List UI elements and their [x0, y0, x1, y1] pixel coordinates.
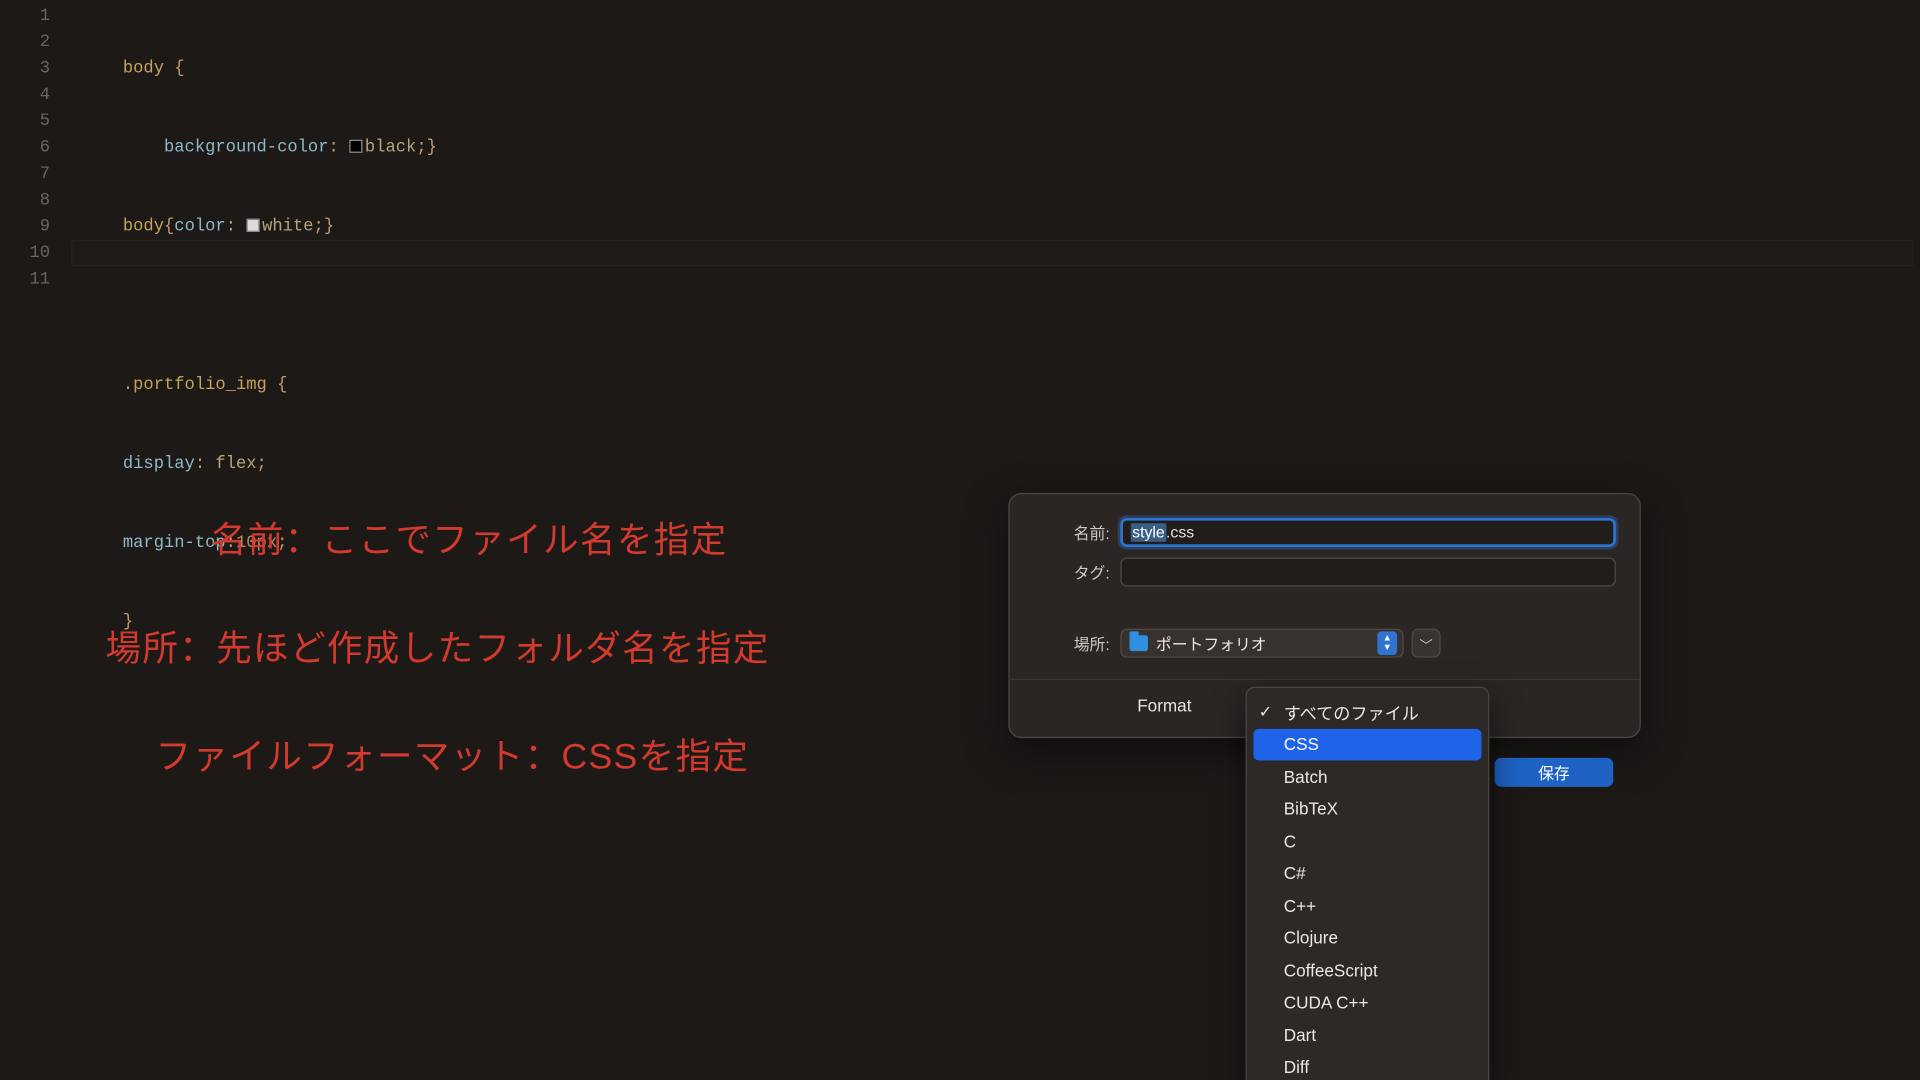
annotation-format: ファイルフォーマット：CSSを指定: [156, 728, 750, 779]
line-number: 3: [0, 55, 66, 81]
filename-input[interactable]: style.css: [1120, 518, 1616, 547]
indent: [82, 532, 123, 552]
css-colon: :: [195, 453, 216, 473]
css-semi: ;: [257, 453, 267, 473]
indent: [82, 453, 123, 473]
name-label: 名前:: [1033, 521, 1109, 543]
indent: [82, 374, 123, 394]
css-selector: [82, 58, 123, 78]
line-number-gutter: 1234567891011: [0, 3, 66, 293]
format-option[interactable]: Diff: [1247, 1051, 1488, 1080]
code-content: body { background-color: black;} body{co…: [82, 3, 437, 926]
css-colon: :: [226, 216, 247, 236]
format-label: Format: [1033, 696, 1191, 716]
format-option[interactable]: C++: [1247, 890, 1488, 922]
format-dropdown-menu: すべてのファイルCSSBatchBibTeXCC#C++ClojureCoffe…: [1246, 687, 1490, 1080]
chevron-down-icon: ﹀: [1419, 633, 1432, 653]
line-number: 10: [0, 240, 66, 266]
line-number: 5: [0, 108, 66, 134]
tags-label: タグ:: [1033, 561, 1109, 583]
format-option[interactable]: CoffeeScript: [1247, 954, 1488, 986]
css-property: color: [174, 216, 225, 236]
css-selector: body: [123, 58, 164, 78]
annotation-location: 場所：先ほど作成したフォルダ名を指定: [105, 619, 769, 670]
location-label: 場所:: [1033, 632, 1109, 654]
folder-icon: [1130, 635, 1148, 651]
css-brace: {: [164, 58, 185, 78]
expand-button[interactable]: ﹀: [1412, 629, 1441, 658]
tags-input[interactable]: [1120, 558, 1616, 587]
css-property: display: [123, 453, 195, 473]
location-value: ポートフォリオ: [1156, 632, 1267, 654]
format-option[interactable]: CSS: [1253, 728, 1481, 760]
format-option[interactable]: すべてのファイル: [1247, 696, 1488, 728]
location-select[interactable]: ポートフォリオ ▲▼: [1120, 629, 1403, 658]
line-number: 4: [0, 82, 66, 108]
annotation-name: 名前：ここでファイル名を指定: [211, 511, 728, 562]
css-selector: .portfolio_img: [123, 374, 267, 394]
css-value: black: [365, 137, 416, 157]
format-option[interactable]: C: [1247, 825, 1488, 857]
save-button[interactable]: 保存: [1495, 758, 1614, 787]
indent: [82, 137, 164, 157]
css-brace: {: [164, 216, 174, 236]
color-swatch-icon: [349, 140, 362, 153]
stepper-icon: ▲▼: [1377, 631, 1397, 655]
line-number: 9: [0, 214, 66, 240]
color-swatch-icon: [246, 219, 259, 232]
line-number: 6: [0, 134, 66, 160]
css-value: white: [262, 216, 313, 236]
format-option[interactable]: C#: [1247, 857, 1488, 889]
css-brace: ;}: [314, 216, 335, 236]
format-option[interactable]: Clojure: [1247, 922, 1488, 954]
format-option[interactable]: CUDA C++: [1247, 987, 1488, 1019]
line-number: 2: [0, 29, 66, 55]
format-option[interactable]: Dart: [1247, 1019, 1488, 1051]
css-colon: :: [329, 137, 350, 157]
format-option[interactable]: Batch: [1247, 760, 1488, 792]
filename-ext: .css: [1166, 523, 1194, 541]
line-number: 1: [0, 3, 66, 29]
line-number: 7: [0, 161, 66, 187]
format-option[interactable]: BibTeX: [1247, 793, 1488, 825]
line-number: 11: [0, 266, 66, 292]
css-selector: body: [123, 216, 164, 236]
indent: [82, 216, 123, 236]
save-button-label: 保存: [1538, 761, 1570, 783]
filename-selected-text: style: [1131, 523, 1166, 541]
line-number: 8: [0, 187, 66, 213]
css-property: background-color: [164, 137, 329, 157]
css-brace: ;}: [416, 137, 437, 157]
divider: [1010, 679, 1640, 680]
css-brace: {: [267, 374, 288, 394]
css-value: flex: [215, 453, 256, 473]
